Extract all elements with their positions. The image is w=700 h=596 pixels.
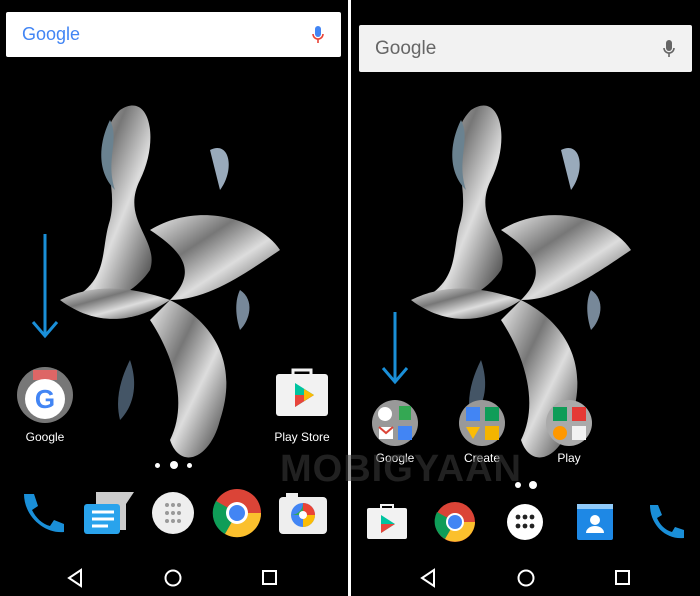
app-drawer-icon[interactable]: [151, 491, 195, 535]
right-home-screen: Google Google Create Play: [351, 0, 700, 596]
back-button[interactable]: [419, 568, 439, 588]
back-button[interactable]: [66, 568, 86, 588]
google-logo: Google: [375, 37, 437, 59]
contacts-icon[interactable]: [576, 503, 614, 541]
page-dot[interactable]: [187, 463, 192, 468]
home-button[interactable]: [163, 568, 183, 588]
google-search-bar[interactable]: Google: [359, 25, 692, 72]
phone-icon[interactable]: [646, 503, 686, 541]
messenger-icon[interactable]: [82, 490, 136, 538]
folder-label: Play: [557, 451, 581, 465]
arrow-down-icon: [31, 234, 59, 339]
home-button[interactable]: [516, 568, 536, 588]
create-folder-icon[interactable]: [458, 399, 506, 447]
page-dot-active[interactable]: [170, 461, 178, 469]
camera-icon[interactable]: [278, 491, 328, 535]
page-dot-active[interactable]: [529, 481, 537, 489]
chrome-icon[interactable]: [434, 501, 476, 543]
google-logo: Google: [22, 24, 81, 44]
arrow-down-icon: [381, 312, 409, 385]
chrome-icon[interactable]: [212, 488, 262, 538]
svg-text:G: G: [35, 384, 55, 414]
google-app-icon[interactable]: G: [16, 366, 74, 424]
play-store-icon[interactable]: [274, 366, 330, 418]
play-store-icon[interactable]: [366, 502, 408, 540]
play-store-label: Play Store: [274, 430, 330, 444]
mic-icon[interactable]: [662, 39, 676, 59]
app-drawer-icon[interactable]: [506, 503, 544, 541]
recents-button[interactable]: [614, 569, 632, 587]
google-search-bar[interactable]: Google: [6, 12, 341, 57]
watermark: MOBIGYAAN: [280, 448, 522, 490]
page-dot[interactable]: [155, 463, 160, 468]
left-home-screen: Google G Google Play Store: [0, 0, 348, 596]
google-app-label: Google: [25, 430, 65, 444]
phone-icon[interactable]: [18, 490, 68, 536]
google-folder-icon[interactable]: [371, 399, 419, 447]
mic-icon[interactable]: [311, 25, 325, 45]
play-folder-icon[interactable]: [545, 399, 593, 447]
recents-button[interactable]: [261, 569, 279, 587]
